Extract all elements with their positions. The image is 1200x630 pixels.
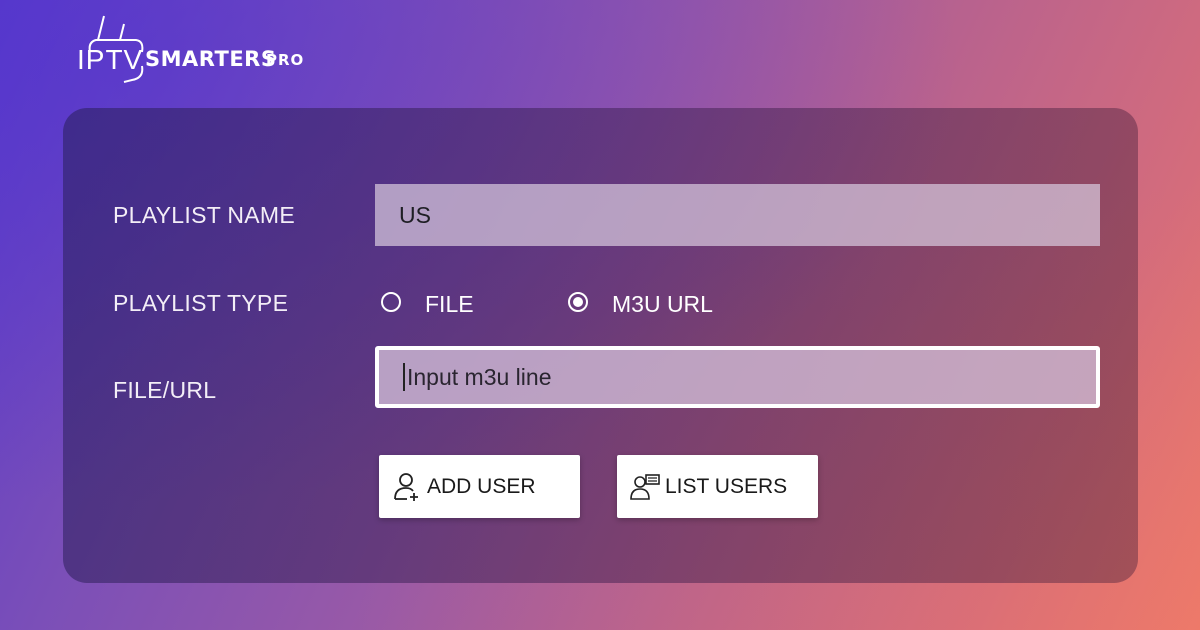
- file-url-placeholder: Input m3u line: [407, 363, 552, 390]
- file-url-input[interactable]: Input m3u line: [375, 346, 1100, 408]
- logo-pro-text: PRO: [266, 51, 305, 69]
- text-caret: [403, 363, 405, 391]
- playlist-name-value: US: [399, 201, 431, 228]
- playlist-name-input[interactable]: US: [375, 184, 1100, 246]
- list-users-label: LIST USERS: [665, 474, 788, 498]
- logo-iptv-text: IPTV: [77, 44, 144, 75]
- logo-smarters-text: SMARTERS: [145, 47, 277, 71]
- radio-file[interactable]: [381, 292, 401, 312]
- playlist-type-label: PLAYLIST TYPE: [113, 290, 289, 316]
- file-url-label: FILE/URL: [113, 377, 217, 403]
- list-users-button[interactable]: LIST USERS: [617, 455, 818, 518]
- list-users-icon: [630, 473, 660, 500]
- playlist-name-label: PLAYLIST NAME: [113, 202, 296, 228]
- add-user-label: ADD USER: [427, 474, 536, 498]
- add-user-button[interactable]: ADD USER: [379, 455, 580, 518]
- add-user-icon: [394, 472, 418, 501]
- iptv-smarters-pro-logo: IPTV SMARTERS PRO: [74, 14, 334, 86]
- radio-m3u-url[interactable]: [568, 292, 588, 312]
- radio-m3u-url-label[interactable]: M3U URL: [612, 291, 713, 318]
- radio-file-label[interactable]: FILE: [425, 291, 474, 318]
